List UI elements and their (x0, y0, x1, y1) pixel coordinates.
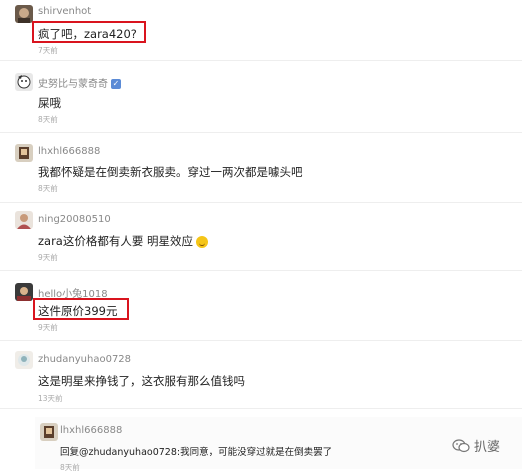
avatar[interactable] (15, 5, 33, 23)
divider (0, 202, 522, 203)
avatar[interactable] (15, 211, 33, 229)
avatar[interactable] (40, 423, 58, 441)
verified-badge-icon: ✓ (111, 79, 121, 89)
avatar[interactable] (15, 73, 33, 91)
comment-text: 这是明星来挣钱了，这衣服有那么值钱吗 (38, 374, 245, 388)
username[interactable]: ning20080510 (38, 214, 111, 225)
comment-text: 我都怀疑是在倒卖新衣服卖。穿过一两次都是噱头吧 (38, 165, 303, 179)
username[interactable]: shirvenhot (38, 6, 91, 17)
comment-time: 13天前 (38, 394, 63, 403)
username[interactable]: lhxhl666888 (38, 146, 100, 157)
divider (0, 132, 522, 133)
avatar[interactable] (15, 144, 33, 162)
divider (0, 340, 522, 341)
username[interactable]: zhudanyuhao0728 (38, 354, 131, 365)
divider (0, 270, 522, 271)
highlight-box (33, 298, 129, 320)
divider (0, 408, 522, 409)
username[interactable]: 史努比与蒙奇奇 ✓ (38, 75, 121, 90)
reply-username[interactable]: lhxhl666888 (60, 425, 122, 436)
comment-time: 7天前 (38, 46, 58, 55)
divider (0, 60, 522, 61)
comment-text: 屎哦 (38, 96, 61, 110)
username-text: 史努比与蒙奇奇 (38, 79, 108, 90)
wechat-icon (452, 438, 470, 457)
comment-text-content: zara这价格都有人要 明星效应 (38, 234, 194, 248)
highlight-box (32, 21, 146, 43)
reply-time: 8天前 (60, 463, 80, 472)
avatar[interactable] (15, 351, 33, 369)
comment-text: zara这价格都有人要 明星效应 (38, 233, 209, 249)
comment-time: 8天前 (38, 184, 58, 193)
watermark: 扒婆 (452, 436, 500, 457)
comment-time: 9天前 (38, 253, 58, 262)
avatar[interactable] (15, 283, 33, 301)
watermark-text: 扒婆 (474, 440, 501, 455)
comment-time: 8天前 (38, 115, 58, 124)
laughing-emoji-icon (196, 235, 209, 248)
reply-text: 回复@zhudanyuhao0728:我同意，可能没穿过就是在倒卖罢了 (60, 447, 333, 458)
comment-time: 9天前 (38, 323, 58, 332)
